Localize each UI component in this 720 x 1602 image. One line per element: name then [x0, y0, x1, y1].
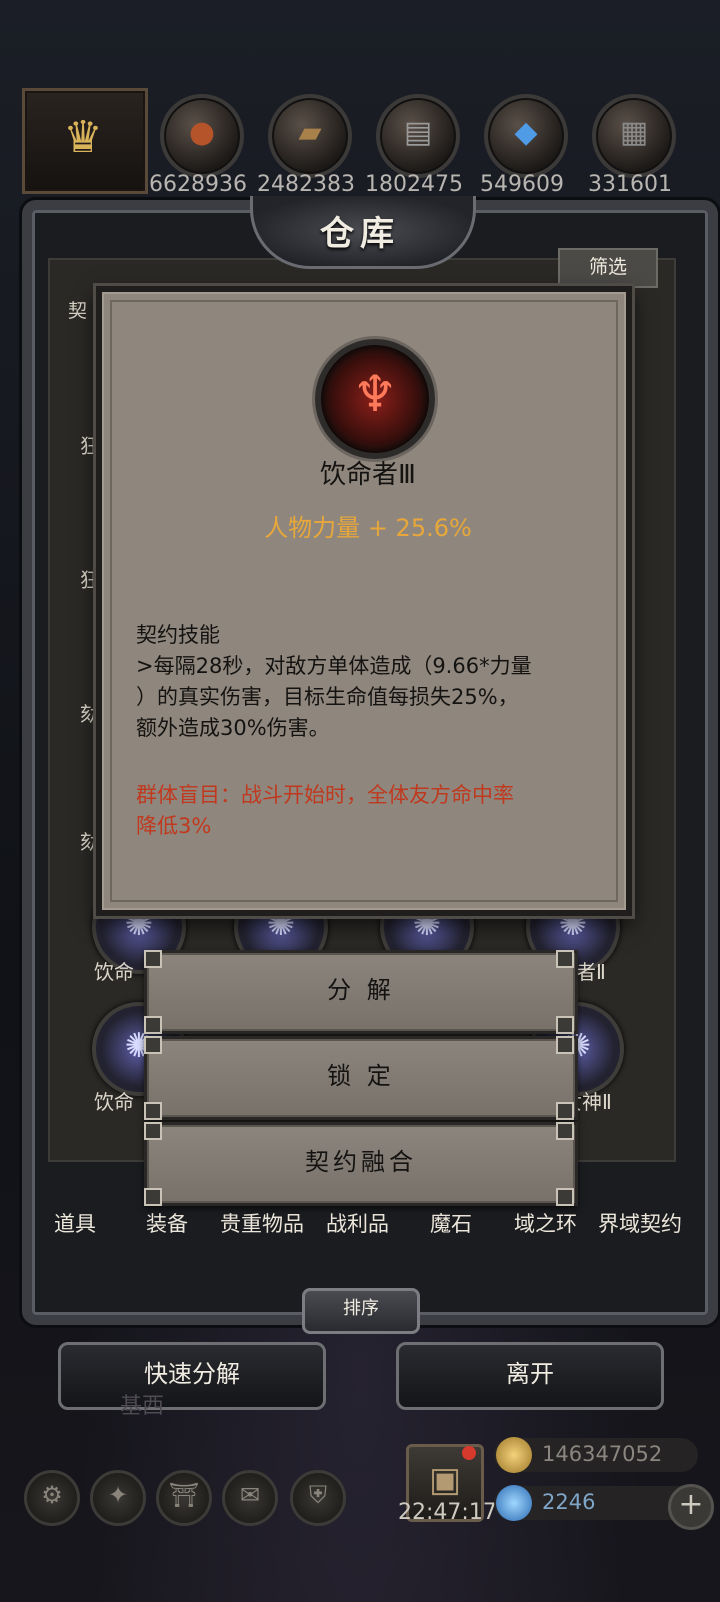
corner-ornament [144, 950, 162, 968]
debuff-line: 降低3% [136, 814, 212, 838]
crown-icon: ♛ [63, 112, 103, 163]
steel-value: 331601 [588, 172, 672, 197]
tab-valuables[interactable]: 贵重物品 [220, 1208, 304, 1238]
iron-icon: ▤ [403, 115, 433, 150]
steel-icon: ▦ [619, 115, 649, 150]
tab-equipment[interactable]: 装备 [146, 1208, 188, 1238]
tab-spoils[interactable]: 战利品 [326, 1208, 389, 1238]
corner-ornament [144, 1188, 162, 1206]
leave-button[interactable]: 离开 [396, 1342, 664, 1410]
skill-desc-line: 额外造成30%伤害。 [136, 716, 330, 740]
skill-title: 契约技能 [136, 623, 220, 647]
lifedrinker-icon: ♆ [315, 339, 435, 459]
steel-resource[interactable]: ▦ [592, 94, 676, 178]
tab-items[interactable]: 道具 [54, 1208, 96, 1238]
gold-coin-icon [496, 1437, 532, 1473]
contract-stat: 人物力量 + 25.6% [264, 514, 472, 542]
corner-ornament [556, 1036, 574, 1054]
gem-icon [496, 1485, 532, 1521]
contract-name: 饮命者Ⅲ [320, 460, 416, 490]
lock-button[interactable]: 锁 定 [144, 1036, 578, 1120]
skill-desc-line: ）的真实伤害，目标生命值每损失25%， [136, 685, 519, 709]
contract-skill-description: 契约技能 >每隔28秒，对敌方单体造成（9.66*力量 ）的真实伤害，目标生命值… [136, 620, 600, 744]
hero-icon[interactable]: ✦ [90, 1470, 146, 1526]
grid-label: 者Ⅱ [576, 960, 606, 984]
guild-emblem[interactable]: ♛ [22, 88, 148, 194]
corner-ornament [556, 1016, 574, 1034]
corner-ornament [144, 1122, 162, 1140]
iron-value: 1802475 [365, 172, 463, 197]
corner-ornament [144, 1016, 162, 1034]
corner-ornament [144, 1036, 162, 1054]
clock: 22:47:17 [398, 1500, 497, 1525]
debuff-description: 群体盲目：战斗开始时，全体友方命中率 降低3% [136, 780, 600, 842]
contract-tooltip: ♆ 饮命者Ⅲ 人物力量 + 25.6% 契约技能 >每隔28秒，对敌方单体造成（… [96, 286, 632, 916]
wood-value: 2482383 [257, 172, 355, 197]
wood-resource[interactable]: ▰ [268, 94, 352, 178]
tooltip-frame: ♆ 饮命者Ⅲ 人物力量 + 25.6% 契约技能 >每隔28秒，对敌方单体造成（… [110, 300, 618, 902]
corner-ornament [556, 950, 574, 968]
contract-fusion-button[interactable]: 契约融合 [144, 1122, 578, 1206]
gate-icon[interactable]: ⛩ [156, 1470, 212, 1526]
crystal-icon: ◆ [514, 115, 538, 150]
demon-crest-icon: ♆ [352, 365, 398, 423]
meat-resource[interactable]: ● [160, 94, 244, 178]
corner-ornament [556, 1122, 574, 1140]
corner-ornament [556, 1102, 574, 1120]
wood-icon: ▰ [298, 115, 322, 150]
filter-button[interactable]: 筛选 [558, 248, 658, 288]
resource-bar: ♛ ● 6628936 ▰ 2482383 ▤ 1802475 ◆ 549609… [0, 88, 720, 208]
sort-button[interactable]: 排序 [302, 1288, 420, 1334]
debuff-line: 群体盲目：战斗开始时，全体友方命中率 [136, 783, 514, 807]
add-currency-button[interactable]: + [668, 1484, 714, 1530]
panel-title: 仓库 [320, 214, 400, 254]
settings-icon[interactable]: ⚙ [24, 1470, 80, 1526]
mail-icon[interactable]: ✉ [222, 1470, 278, 1526]
meat-icon: ● [188, 115, 216, 150]
tab-magic-stone[interactable]: 魔石 [430, 1208, 472, 1238]
background-label: 基西 [120, 1394, 165, 1419]
decompose-button[interactable]: 分 解 [144, 950, 578, 1034]
meat-value: 6628936 [149, 172, 247, 197]
tab-contract-partial[interactable]: 契 [68, 296, 87, 323]
grid-label: 饮命 [94, 960, 134, 984]
skill-desc-line: >每隔28秒，对敌方单体造成（9.66*力量 [136, 654, 532, 678]
gem-value: 2246 [542, 1490, 596, 1514]
notification-dot [462, 1446, 476, 1460]
iron-resource[interactable]: ▤ [376, 94, 460, 178]
grid-label: 饮命 [94, 1090, 134, 1114]
quick-decompose-button[interactable]: 快速分解 [58, 1342, 326, 1410]
gold-value: 146347052 [542, 1442, 663, 1466]
corner-ornament [144, 1102, 162, 1120]
tab-domain-ring[interactable]: 域之环 [514, 1208, 577, 1238]
crystal-value: 549609 [480, 172, 564, 197]
tab-domain-contract[interactable]: 界域契约 [598, 1208, 682, 1238]
guild-icon[interactable]: ⛨ [290, 1470, 346, 1526]
corner-ornament [556, 1188, 574, 1206]
category-tabs: 道具 装备 贵重物品 战利品 魔石 域之环 界域契约 [46, 1208, 696, 1248]
crystal-resource[interactable]: ◆ [484, 94, 568, 178]
